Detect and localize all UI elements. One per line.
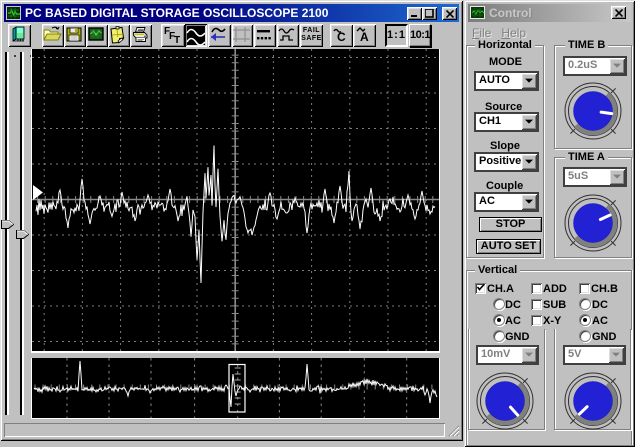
svg-text:A: A <box>360 30 369 44</box>
svg-text:C: C <box>337 30 346 44</box>
svg-text:T: T <box>174 35 180 45</box>
